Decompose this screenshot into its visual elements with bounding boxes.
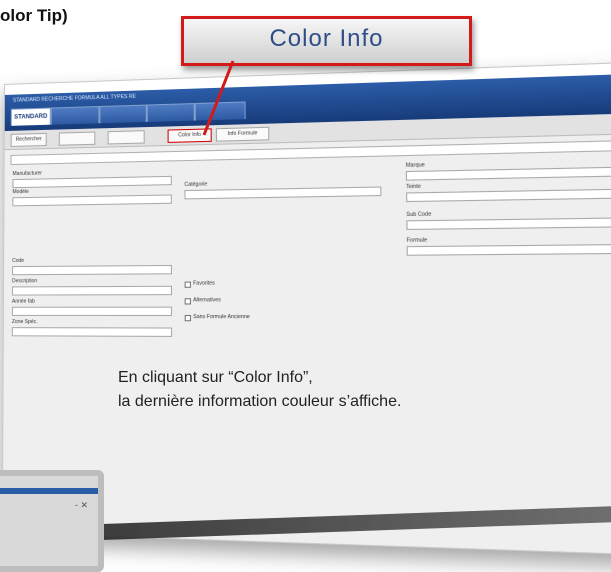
- secondary-window: ‑ ✕: [0, 470, 104, 572]
- label-code: Code: [12, 257, 25, 265]
- annee-field[interactable]: [11, 306, 173, 317]
- heading-partial: olor Tip): [0, 6, 68, 25]
- label-marque: Marque: [405, 162, 425, 169]
- window-title: STANDARD RECHERCHE FORMULA ALL TYPES RE: [12, 93, 137, 104]
- tab-3[interactable]: [99, 104, 147, 124]
- info-line-1: En cliquant sur “Color Info”,: [118, 369, 313, 386]
- info-line-2: la dernière information couleur s’affich…: [118, 393, 402, 410]
- code-field[interactable]: [12, 264, 172, 276]
- subtab-3[interactable]: [107, 130, 145, 145]
- description-field[interactable]: [11, 285, 173, 296]
- color-info-callout: Color Info: [181, 16, 472, 66]
- marque-field[interactable]: [405, 165, 611, 181]
- label-favorites: Favorites: [193, 280, 215, 287]
- zone-field[interactable]: [11, 327, 173, 337]
- checkbox-favorites[interactable]: [184, 281, 191, 288]
- tab-5[interactable]: [194, 101, 246, 121]
- label-modele: Modèle: [12, 188, 29, 196]
- subtab-color-info[interactable]: Color Info: [167, 128, 212, 143]
- manufacturer-field[interactable]: [12, 175, 172, 189]
- subtab-2[interactable]: [58, 131, 96, 146]
- label-alternatives: Alternatives: [193, 297, 221, 304]
- tab-standard[interactable]: STANDARD: [10, 107, 51, 126]
- checkbox-alternatives[interactable]: [184, 298, 192, 305]
- label-zone: Zone Spéc.: [11, 318, 38, 326]
- tab-2[interactable]: [50, 106, 100, 125]
- tab-4[interactable]: [146, 103, 195, 122]
- checkbox-sans-formule[interactable]: [184, 314, 192, 322]
- formule-field[interactable]: [406, 243, 611, 256]
- subcode-field[interactable]: [406, 216, 611, 230]
- label-subcode: Sub Code: [406, 211, 432, 219]
- subtab-rechercher[interactable]: Rechercher: [10, 132, 47, 147]
- teinte-field[interactable]: [406, 187, 611, 203]
- modele-field[interactable]: [12, 194, 172, 207]
- categorie-field[interactable]: [184, 186, 382, 200]
- label-manufacturer: Manufacturer: [12, 170, 43, 178]
- subtab-info-formule[interactable]: Info Formule: [215, 126, 270, 142]
- label-categorie: Catégorie: [184, 181, 208, 189]
- label-description: Description: [12, 278, 38, 285]
- label-annee: Année fab: [11, 298, 35, 305]
- label-sans-formule: Sans Formule Ancienne: [193, 313, 250, 321]
- label-teinte: Teinte: [405, 183, 422, 191]
- label-formule: Formule: [406, 237, 428, 244]
- info-text: En cliquant sur “Color Info”, la dernièr…: [118, 366, 401, 414]
- secondary-window-titlebar: [0, 488, 98, 494]
- secondary-window-controls[interactable]: ‑ ✕: [75, 500, 88, 511]
